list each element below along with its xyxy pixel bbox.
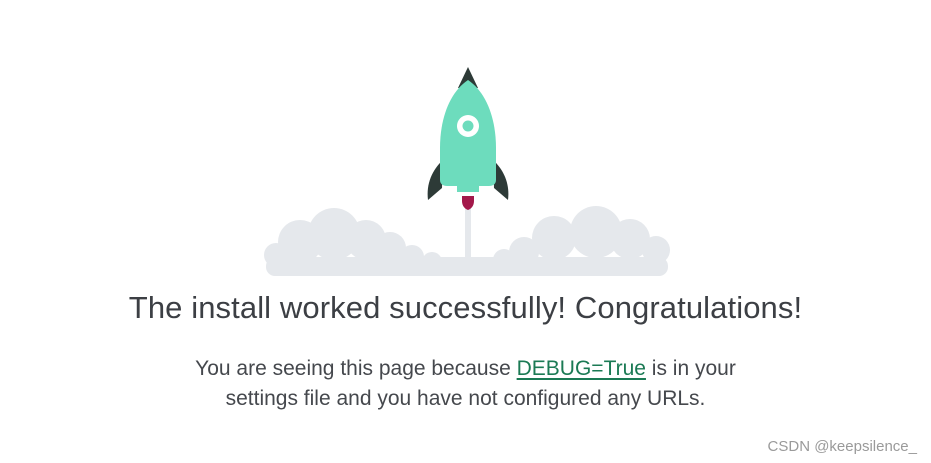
description-text: You are seeing this page because DEBUG=T… — [0, 354, 931, 414]
rocket-launch-illustration — [264, 67, 670, 276]
description-prefix: You are seeing this page because — [195, 357, 517, 380]
rocket-icon — [427, 67, 509, 210]
page: The install worked successfully! Congrat… — [0, 0, 931, 463]
description-line-2: settings file and you have not configure… — [225, 387, 706, 410]
description-suffix: is in your — [645, 357, 736, 380]
watermark-text: CSDN @keepsilence_ — [767, 438, 917, 455]
page-title: The install worked successfully! Congrat… — [128, 290, 803, 325]
debug-true-link[interactable]: DEBUG=True — [517, 357, 646, 380]
